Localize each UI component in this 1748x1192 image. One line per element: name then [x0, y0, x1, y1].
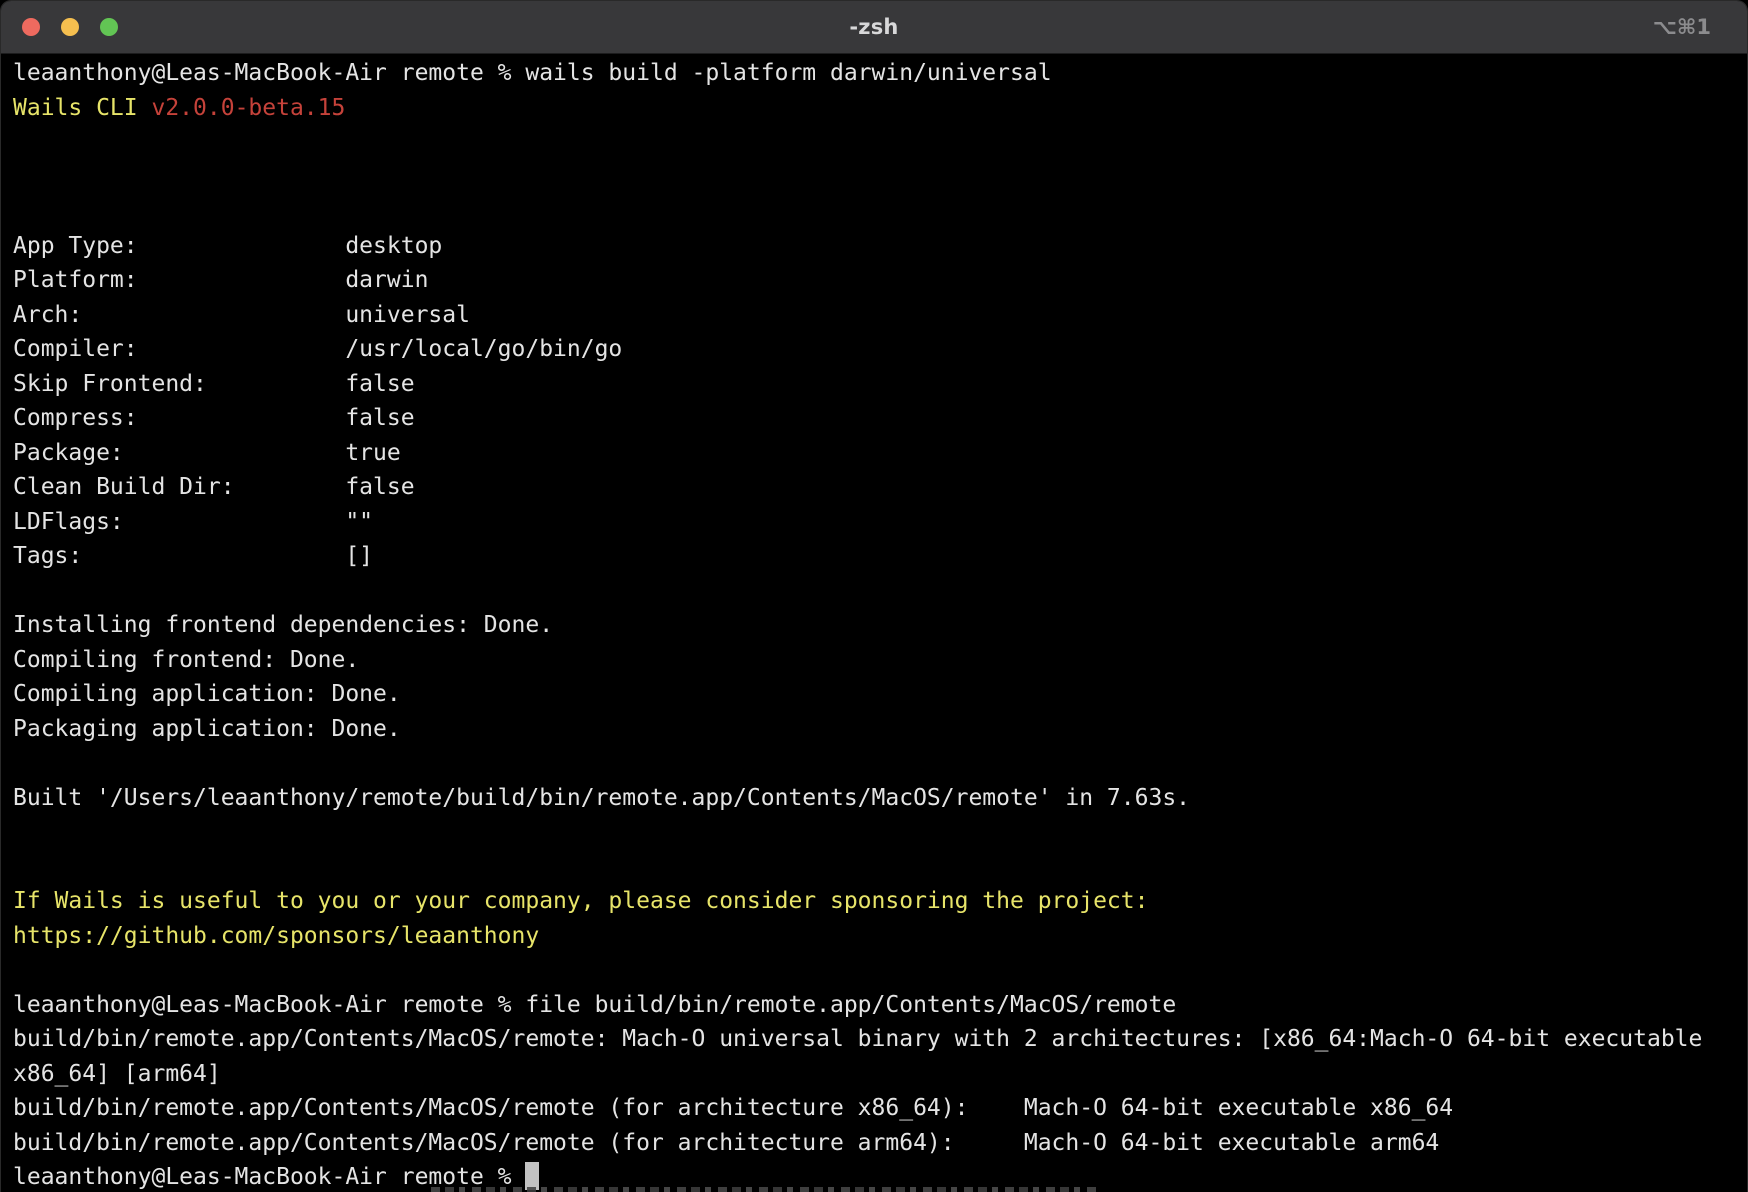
clipped-background-text [431, 1187, 1096, 1192]
terminal-text: leaanthony@Leas-MacBook-Air remote % wai… [13, 60, 1052, 86]
terminal-line: LDFlags: "" [13, 505, 1747, 540]
terminal-text: LDFlags: "" [13, 509, 373, 535]
terminal-text: Installing frontend dependencies: Done. [13, 612, 553, 638]
terminal-line: Platform: darwin [13, 263, 1747, 298]
terminal-window: -zsh ⌥⌘1 leaanthony@Leas-MacBook-Air rem… [0, 0, 1748, 1192]
terminal-line: Clean Build Dir: false [13, 470, 1747, 505]
terminal-line: Compiling application: Done. [13, 677, 1747, 712]
terminal-line [13, 953, 1747, 988]
terminal-text: Package: true [13, 440, 401, 466]
terminal-text: Clean Build Dir: false [13, 474, 415, 500]
terminal-line [13, 815, 1747, 850]
terminal-text: Compiler: /usr/local/go/bin/go [13, 336, 622, 362]
terminal-line [13, 850, 1747, 885]
terminal-text: Compress: false [13, 405, 415, 431]
terminal-text: Wails CLI [13, 95, 151, 121]
terminal-text: build/bin/remote.app/Contents/MacOS/remo… [13, 1130, 1439, 1156]
terminal-line [13, 746, 1747, 781]
terminal-line [13, 125, 1747, 160]
terminal-text: x86_64] [arm64] [13, 1061, 221, 1087]
terminal-line: build/bin/remote.app/Contents/MacOS/remo… [13, 1091, 1747, 1126]
terminal-line: Compiling frontend: Done. [13, 643, 1747, 678]
terminal-line: Skip Frontend: false [13, 367, 1747, 402]
terminal-text: build/bin/remote.app/Contents/MacOS/remo… [13, 1026, 1702, 1052]
terminal-text: Packaging application: Done. [13, 716, 401, 742]
terminal-line: Built '/Users/leaanthony/remote/build/bi… [13, 781, 1747, 816]
terminal-line: Packaging application: Done. [13, 712, 1747, 747]
text-cursor [525, 1162, 539, 1190]
terminal-line [13, 574, 1747, 609]
terminal-line: App Type: desktop [13, 229, 1747, 264]
terminal-line: leaanthony@Leas-MacBook-Air remote % fil… [13, 988, 1747, 1023]
traffic-lights [22, 1, 118, 53]
terminal-text: If Wails is useful to you or your compan… [13, 888, 1148, 914]
terminal-text: Compiling frontend: Done. [13, 647, 359, 673]
window-shortcut-label: ⌥⌘1 [1653, 1, 1711, 53]
terminal-line: Arch: universal [13, 298, 1747, 333]
terminal-line: Compress: false [13, 401, 1747, 436]
terminal-text: Arch: universal [13, 302, 470, 328]
terminal-line: Wails CLI v2.0.0-beta.15 [13, 91, 1747, 126]
terminal-text: Compiling application: Done. [13, 681, 401, 707]
terminal-text: Tags: [] [13, 543, 373, 569]
terminal-text: Platform: darwin [13, 267, 428, 293]
terminal-line: build/bin/remote.app/Contents/MacOS/remo… [13, 1126, 1747, 1161]
minimize-button[interactable] [61, 18, 79, 36]
window-title: -zsh [1, 1, 1747, 53]
terminal-output[interactable]: leaanthony@Leas-MacBook-Air remote % wai… [1, 54, 1747, 1192]
zoom-button[interactable] [100, 18, 118, 36]
terminal-line: If Wails is useful to you or your compan… [13, 884, 1747, 919]
terminal-text: Skip Frontend: false [13, 371, 415, 397]
terminal-line: build/bin/remote.app/Contents/MacOS/remo… [13, 1022, 1747, 1057]
terminal-line: Package: true [13, 436, 1747, 471]
titlebar[interactable]: -zsh ⌥⌘1 [1, 1, 1747, 54]
terminal-line: Installing frontend dependencies: Done. [13, 608, 1747, 643]
terminal-text: v2.0.0-beta.15 [151, 95, 345, 121]
terminal-text: https://github.com/sponsors/leaanthony [13, 923, 539, 949]
terminal-line: x86_64] [arm64] [13, 1057, 1747, 1092]
terminal-line: leaanthony@Leas-MacBook-Air remote % wai… [13, 56, 1747, 91]
terminal-line [13, 160, 1747, 195]
close-button[interactable] [22, 18, 40, 36]
terminal-line: https://github.com/sponsors/leaanthony [13, 919, 1747, 954]
terminal-text: leaanthony@Leas-MacBook-Air remote % fil… [13, 992, 1176, 1018]
terminal-line: Tags: [] [13, 539, 1747, 574]
terminal-line: Compiler: /usr/local/go/bin/go [13, 332, 1747, 367]
terminal-text: build/bin/remote.app/Contents/MacOS/remo… [13, 1095, 1453, 1121]
terminal-text: App Type: desktop [13, 233, 442, 259]
terminal-line [13, 194, 1747, 229]
terminal-text: Built '/Users/leaanthony/remote/build/bi… [13, 785, 1190, 811]
